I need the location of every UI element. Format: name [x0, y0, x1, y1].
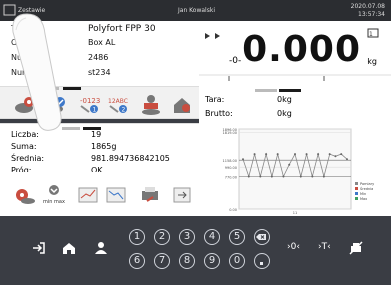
key-2[interactable]: 2 — [154, 229, 170, 245]
key-4[interactable]: 4 — [204, 229, 220, 245]
chart-y-tick: 0.00 — [229, 208, 237, 212]
number-value: 2486 — [88, 53, 109, 62]
key-7[interactable]: 7 — [154, 253, 170, 269]
home-icon[interactable] — [61, 240, 77, 259]
chart-point — [259, 175, 262, 178]
key-0[interactable]: 0 — [229, 253, 245, 269]
svg-text:1: 1 — [93, 107, 97, 114]
chart-legend-swatch — [355, 187, 358, 190]
print-stats-icon[interactable] — [138, 183, 162, 205]
chart-legend-label: Pomiary — [360, 182, 374, 186]
srednia-value: 981.894736842105 — [91, 154, 170, 163]
chart-point — [276, 153, 279, 156]
suma-value: 1865g — [91, 142, 117, 151]
bottom-keypad: 1 2 3 4 5 6 7 8 9 0 ›0‹ ›T‹ — [0, 216, 391, 285]
liczba-value: 19 — [91, 130, 102, 139]
chart-point — [340, 153, 343, 156]
key-5[interactable]: 5 — [229, 229, 245, 245]
datetime: 2020.07.08 13:57:34 — [351, 3, 385, 19]
chart-legend-label: Max — [360, 197, 367, 201]
brutto-value: 0kg — [277, 109, 292, 118]
chart-point — [346, 158, 348, 161]
no-print-icon[interactable] — [348, 240, 364, 259]
chart-point — [328, 153, 331, 156]
weight-display: 1 -0- 0.000 kg — [199, 21, 391, 86]
key-6[interactable]: 6 — [129, 253, 145, 269]
tara-value: 0kg — [277, 95, 292, 104]
chart-point — [311, 175, 314, 178]
stats-icons-row: min max — [0, 172, 199, 216]
suma-label: Suma: — [11, 142, 37, 151]
chart-legend-label: Średnia — [360, 186, 373, 191]
key-9[interactable]: 9 — [204, 253, 220, 269]
chart-y-tick: 990.00 — [225, 166, 237, 170]
key-3[interactable]: 3 — [179, 229, 195, 245]
chart-point — [317, 153, 320, 156]
brutto-indicator — [279, 89, 301, 92]
key-1[interactable]: 1 — [129, 229, 145, 245]
tara-indicator — [255, 89, 277, 92]
srednia-label: Średnia: — [11, 154, 45, 163]
chart-point — [299, 175, 302, 178]
chart-legend-swatch — [355, 182, 358, 185]
svg-text:1: 1 — [369, 31, 373, 38]
batch-value: st234 — [88, 68, 111, 77]
weight-unit: kg — [367, 57, 377, 66]
active-indicator — [63, 87, 81, 90]
backspace-icon[interactable] — [254, 229, 270, 245]
date-0123-icon[interactable]: -0123 1 — [77, 94, 101, 116]
code-12abc-icon[interactable]: 12ABC 2 — [106, 94, 130, 116]
stats-indicator — [62, 127, 80, 130]
time: 13:57:34 — [358, 11, 385, 18]
chart-up-icon[interactable] — [76, 183, 100, 205]
tare-icon[interactable]: ›T‹ — [318, 242, 331, 252]
chart-point — [322, 175, 325, 178]
package-value: Box AL — [88, 38, 116, 47]
chart-legend-label: Min — [360, 192, 366, 196]
chart-point — [294, 153, 296, 156]
min-max-label: min max — [43, 199, 65, 205]
chart-point — [265, 153, 268, 156]
chart-y-tick: 1158.00 — [223, 159, 237, 163]
key-8[interactable]: 8 — [179, 253, 195, 269]
chart-legend-swatch — [355, 192, 358, 195]
chart-svg: 1896.001819.001158.00990.00770.000.0011P… — [223, 128, 375, 215]
chart-x-tick: 11 — [293, 211, 297, 215]
svg-text:12ABC: 12ABC — [108, 98, 128, 105]
tara-panel: Tara: 0kg Brutto: 0kg — [199, 86, 391, 123]
chart-y-tick: 1819.00 — [223, 131, 237, 135]
logout-icon[interactable] — [31, 240, 47, 259]
tara-label: Tara: — [205, 95, 225, 104]
stats-settings-icon[interactable] — [12, 183, 36, 205]
chart-point — [305, 153, 308, 156]
user-scale-icon[interactable] — [139, 94, 163, 116]
svg-text:2: 2 — [122, 107, 126, 114]
chart-down-icon[interactable] — [104, 183, 128, 205]
chart-point — [242, 158, 244, 161]
chart-point — [270, 175, 273, 178]
date: 2020.07.08 — [350, 3, 385, 10]
chart-point — [247, 175, 250, 178]
chart-point — [334, 155, 337, 158]
svg-text:-0123: -0123 — [80, 97, 100, 105]
chart-point — [282, 175, 285, 178]
zero-icon[interactable]: ›0‹ — [287, 242, 300, 252]
min-max-icon[interactable]: min max — [42, 183, 66, 205]
chart-point — [288, 163, 291, 166]
chart-point — [253, 153, 256, 156]
home-scale-icon[interactable] — [170, 94, 194, 116]
chart-y-tick: 770.00 — [225, 176, 237, 180]
export-stats-icon[interactable] — [170, 183, 194, 205]
user-name: Jan Kowalski — [178, 7, 215, 14]
chart-legend-swatch — [355, 197, 358, 200]
brutto-label: Brutto: — [205, 109, 233, 118]
weight-value: 0.000 — [242, 29, 361, 70]
zero-indicator: -0- — [229, 56, 242, 66]
finger-overlay — [8, 12, 63, 132]
user-icon[interactable] — [93, 240, 109, 259]
measurement-chart: 1896.00 1819.00 1158.00 990.00 770.00 0.00 11 P… — [199, 123, 391, 216]
dot-icon[interactable] — [254, 253, 270, 269]
product-value: Polyfort FPP 30 — [88, 24, 156, 34]
